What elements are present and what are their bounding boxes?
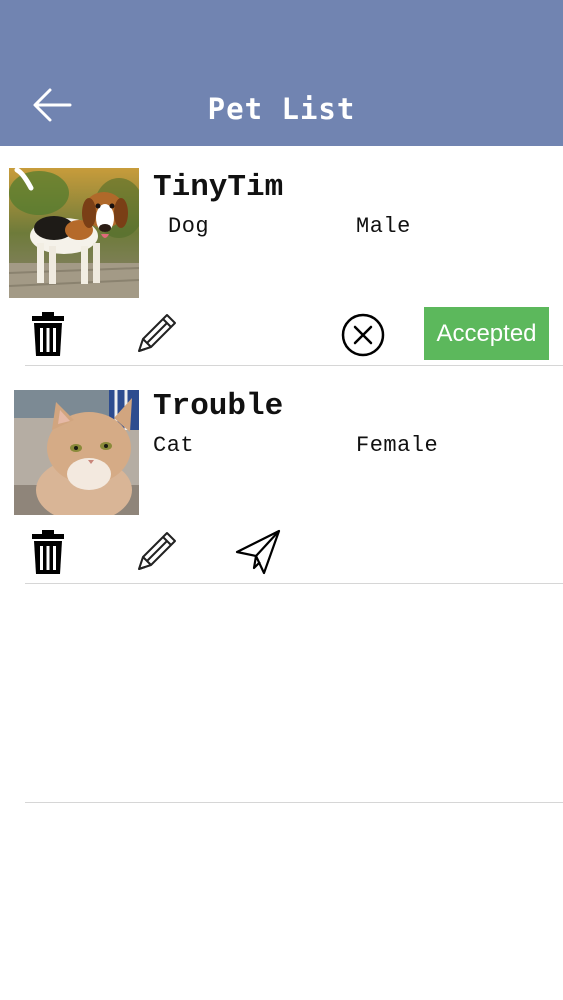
send-button[interactable]: [234, 528, 282, 576]
pet-species: Cat: [153, 433, 195, 458]
pet-photo-cat[interactable]: [14, 390, 139, 515]
status-badge: Accepted: [424, 307, 549, 360]
cat-photo: [14, 390, 139, 515]
edit-button[interactable]: [133, 527, 181, 575]
pet-name: TinyTim: [153, 170, 284, 205]
pencil-icon: [138, 532, 176, 570]
pet-gender: Male: [356, 214, 411, 239]
delete-button[interactable]: [24, 528, 72, 576]
pet-species: Dog: [168, 214, 210, 239]
cancel-circle-icon: [341, 313, 385, 357]
pet-photo-dog[interactable]: [9, 168, 139, 298]
trash-icon: [32, 312, 64, 356]
divider: [25, 583, 563, 584]
send-icon: [235, 529, 281, 575]
page-title: Pet List: [207, 92, 356, 126]
divider: [25, 802, 563, 803]
cancel-button[interactable]: [339, 311, 387, 359]
pet-name: Trouble: [153, 389, 284, 424]
dog-photo: [9, 168, 139, 298]
app-header: Pet List: [0, 0, 563, 146]
trash-icon: [32, 530, 64, 574]
pencil-icon: [138, 314, 176, 352]
pet-gender: Female: [356, 433, 439, 458]
divider: [25, 365, 563, 366]
edit-button[interactable]: [133, 309, 181, 357]
delete-button[interactable]: [24, 310, 72, 358]
